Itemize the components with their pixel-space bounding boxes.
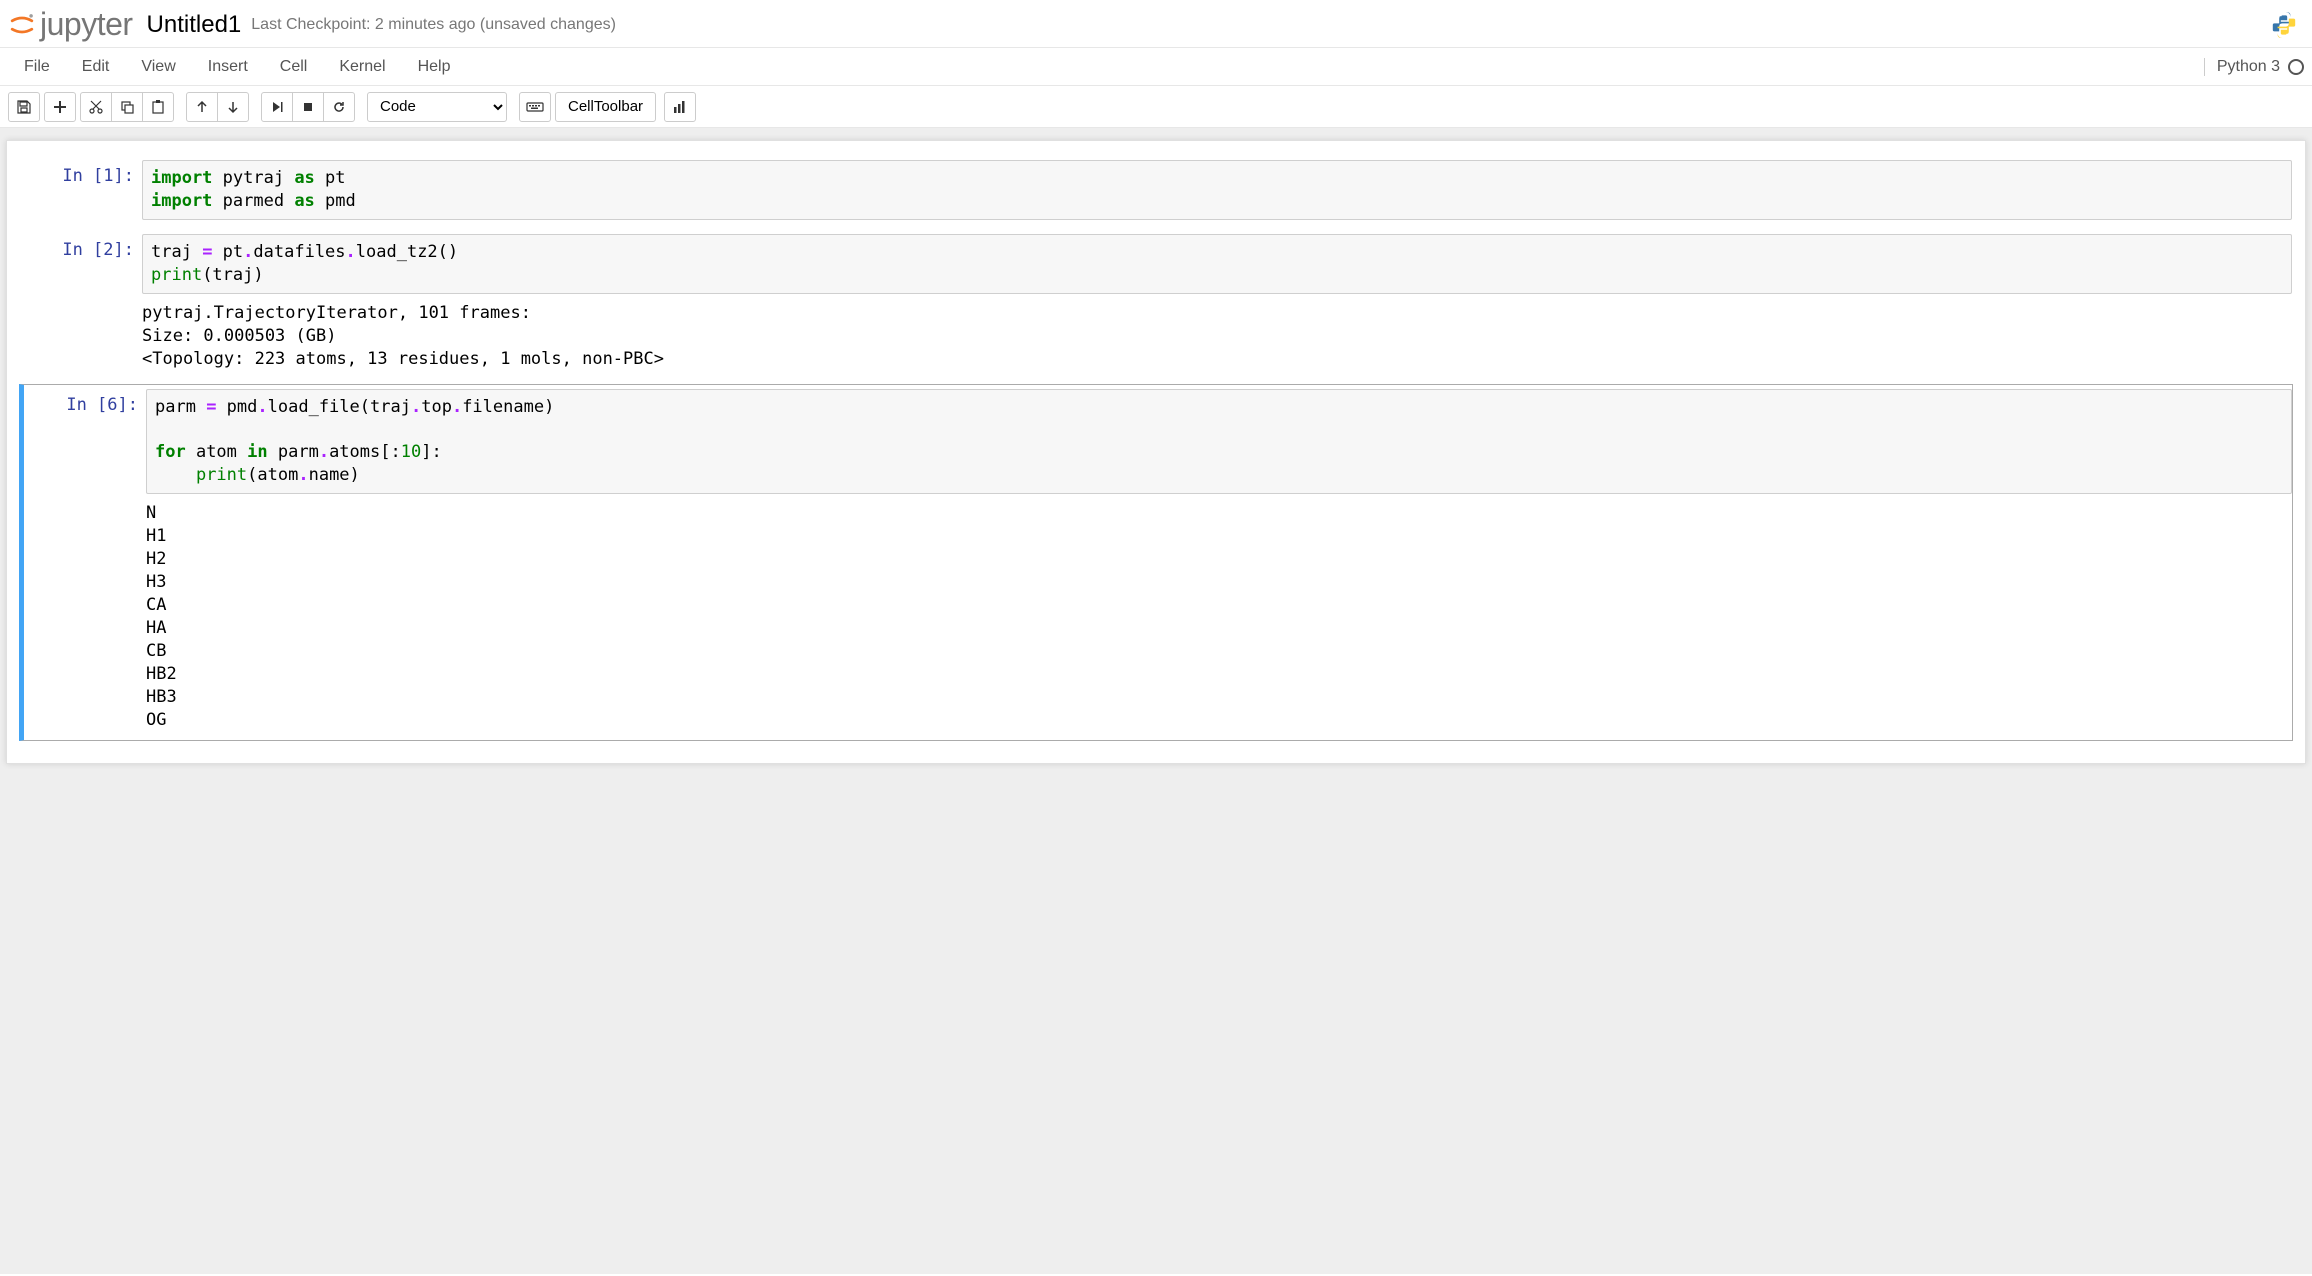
restart-button[interactable] [323, 92, 355, 122]
input-prompt: In [1]: [20, 160, 142, 220]
move-up-button[interactable] [186, 92, 218, 122]
celltoolbar-button[interactable]: CellToolbar [555, 92, 656, 122]
copy-button[interactable] [111, 92, 143, 122]
header: jupyter Untitled1 Last Checkpoint: 2 min… [0, 0, 2312, 48]
input-prompt: In [2]: [20, 234, 142, 294]
code-cell[interactable]: In [1]:import pytraj as pt import parmed… [19, 155, 2293, 225]
menu-insert[interactable]: Insert [192, 50, 264, 84]
paste-button[interactable] [142, 92, 174, 122]
cut-button[interactable] [80, 92, 112, 122]
menu-file[interactable]: File [8, 50, 66, 84]
run-button[interactable] [261, 92, 293, 122]
run-group [261, 92, 355, 122]
insert-cell-button[interactable] [44, 92, 76, 122]
input-prompt: In [6]: [24, 389, 146, 495]
save-button[interactable] [8, 92, 40, 122]
menu-edit[interactable]: Edit [66, 50, 126, 84]
notebook-name[interactable]: Untitled1 [147, 11, 242, 39]
output-text: N H1 H2 H3 CA HA CB HB2 HB3 OG [146, 494, 2292, 735]
move-group [186, 92, 249, 122]
checkpoint-status: Last Checkpoint: 2 minutes ago (unsaved … [251, 16, 616, 34]
python-logo-icon [2268, 9, 2300, 41]
kernel-indicator: Python 3 [2204, 58, 2304, 76]
menubar: FileEditViewInsertCellKernelHelp Python … [0, 48, 2312, 86]
menu-view[interactable]: View [125, 50, 191, 84]
code-input[interactable]: import pytraj as pt import parmed as pmd [142, 160, 2292, 220]
code-cell[interactable]: In [2]:traj = pt.datafiles.load_tz2() pr… [19, 229, 2293, 380]
jupyter-logo[interactable]: jupyter [8, 6, 133, 43]
edit-group [80, 92, 174, 122]
output-text: pytraj.TrajectoryIterator, 101 frames: S… [142, 294, 2292, 375]
move-down-button[interactable] [217, 92, 249, 122]
notebook-container: In [1]:import pytraj as pt import parmed… [6, 140, 2306, 764]
menu-cell[interactable]: Cell [264, 50, 324, 84]
command-palette-button[interactable] [519, 92, 551, 122]
code-input[interactable]: traj = pt.datafiles.load_tz2() print(tra… [142, 234, 2292, 294]
output-prompt [20, 294, 142, 375]
cell-type-select[interactable]: Code [367, 92, 507, 122]
menu-items: FileEditViewInsertCellKernelHelp [8, 50, 466, 84]
kernel-idle-icon [2288, 59, 2304, 75]
jupyter-logo-text: jupyter [40, 6, 133, 43]
chart-button[interactable] [664, 92, 696, 122]
jupyter-logo-icon [8, 11, 36, 39]
menu-help[interactable]: Help [402, 50, 467, 84]
kernel-name: Python 3 [2217, 58, 2280, 76]
menu-kernel[interactable]: Kernel [323, 50, 401, 84]
output-prompt [24, 494, 146, 735]
code-input[interactable]: parm = pmd.load_file(traj.top.filename) … [146, 389, 2292, 495]
toolbar: Code CellToolbar [0, 86, 2312, 128]
interrupt-button[interactable] [292, 92, 324, 122]
notebook-background: In [1]:import pytraj as pt import parmed… [0, 128, 2312, 1274]
code-cell[interactable]: In [6]:parm = pmd.load_file(traj.top.fil… [19, 384, 2293, 741]
